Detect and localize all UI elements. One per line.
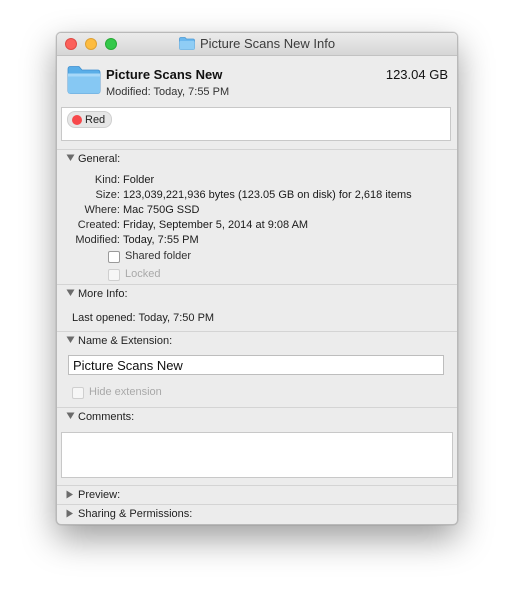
- more-info-section-header[interactable]: More Info:: [57, 285, 457, 303]
- shared-folder-checkbox[interactable]: [108, 251, 120, 263]
- sharing-section-header[interactable]: Sharing & Permissions:: [57, 505, 457, 523]
- more-info-section: More Info: Last opened: Today, 7:50 PM: [57, 284, 457, 332]
- disclosure-triangle-right-icon[interactable]: [66, 490, 74, 499]
- kind-key: Kind:: [94, 174, 120, 186]
- comments-section: Comments:: [57, 407, 457, 486]
- general-section: General: Kind: Folder Size: 123,039,221,93…: [57, 149, 457, 284]
- where-row: Where: Mac 750G SSD: [57, 204, 200, 216]
- info-window: Picture Scans New Info Picture Scans New…: [56, 32, 458, 525]
- folder-icon: [179, 37, 195, 53]
- where-value: Mac 750G SSD: [123, 204, 200, 216]
- item-modified: Modified: Today, 7:55 PM: [106, 86, 230, 98]
- size-key: Size:: [95, 189, 120, 201]
- last-opened: Last opened: Today, 7:50 PM: [72, 312, 215, 324]
- item-size: 123.04 GB: [385, 67, 448, 82]
- size-row: Size: 123,039,221,936 bytes (123.05 GB on…: [57, 189, 412, 201]
- locked-label: Locked: [125, 268, 161, 280]
- comments-field[interactable]: [61, 432, 453, 478]
- tag-red[interactable]: Red: [67, 111, 113, 128]
- general-header-label: General:: [78, 153, 121, 165]
- tag-label: Red: [85, 113, 106, 126]
- shared-folder-label: Shared folder: [125, 250, 192, 262]
- hide-extension-checkbox[interactable]: [72, 387, 84, 399]
- name-extension-header-label: Name & Extension:: [78, 335, 173, 347]
- folder-icon: [67, 65, 101, 98]
- where-key: Where:: [84, 204, 120, 216]
- preview-section: Preview:: [57, 485, 457, 504]
- disclosure-triangle-down-icon[interactable]: [66, 154, 75, 162]
- sharing-section: Sharing & Permissions:: [57, 504, 457, 524]
- size-value: 123,039,221,936 bytes (123.05 GB on disk…: [123, 189, 412, 201]
- name-input[interactable]: [68, 355, 444, 375]
- window-title-wrap: Picture Scans New Info: [57, 36, 457, 53]
- kind-value: Folder: [123, 174, 155, 186]
- created-key: Created:: [77, 219, 120, 231]
- comments-section-header[interactable]: Comments:: [57, 408, 457, 426]
- sharing-header-label: Sharing & Permissions:: [78, 508, 193, 520]
- locked-checkbox[interactable]: [108, 269, 120, 281]
- name-extension-section-header[interactable]: Name & Extension:: [57, 332, 457, 350]
- disclosure-triangle-down-icon[interactable]: [66, 289, 75, 297]
- created-value: Friday, September 5, 2014 at 9:08 AM: [123, 219, 309, 231]
- item-header: Picture Scans New Modified: Today, 7:55 …: [57, 56, 457, 107]
- item-name: Picture Scans New: [106, 67, 223, 82]
- kind-row: Kind: Folder: [57, 174, 154, 186]
- disclosure-triangle-down-icon[interactable]: [66, 336, 75, 344]
- comments-header-label: Comments:: [78, 411, 135, 423]
- hide-extension-label: Hide extension: [89, 386, 162, 398]
- preview-section-header[interactable]: Preview:: [57, 486, 457, 504]
- tags-field[interactable]: Red: [61, 107, 451, 141]
- title-bar[interactable]: Picture Scans New Info: [57, 33, 457, 56]
- more-info-header-label: More Info:: [78, 288, 128, 300]
- window-title: Picture Scans New Info: [199, 36, 336, 51]
- created-row: Created: Friday, September 5, 2014 at 9:0…: [57, 219, 308, 231]
- name-extension-section: Name & Extension: Hide extension: [57, 331, 457, 407]
- general-section-header[interactable]: General:: [57, 150, 457, 168]
- modified-value: Today, 7:55 PM: [123, 234, 199, 246]
- modified-key: Modified:: [75, 234, 120, 246]
- modified-row: Modified: Today, 7:55 PM: [57, 234, 199, 246]
- disclosure-triangle-right-icon[interactable]: [66, 509, 74, 518]
- red-tag-dot-icon: [72, 114, 82, 125]
- preview-header-label: Preview:: [78, 489, 121, 501]
- disclosure-triangle-down-icon[interactable]: [66, 412, 75, 420]
